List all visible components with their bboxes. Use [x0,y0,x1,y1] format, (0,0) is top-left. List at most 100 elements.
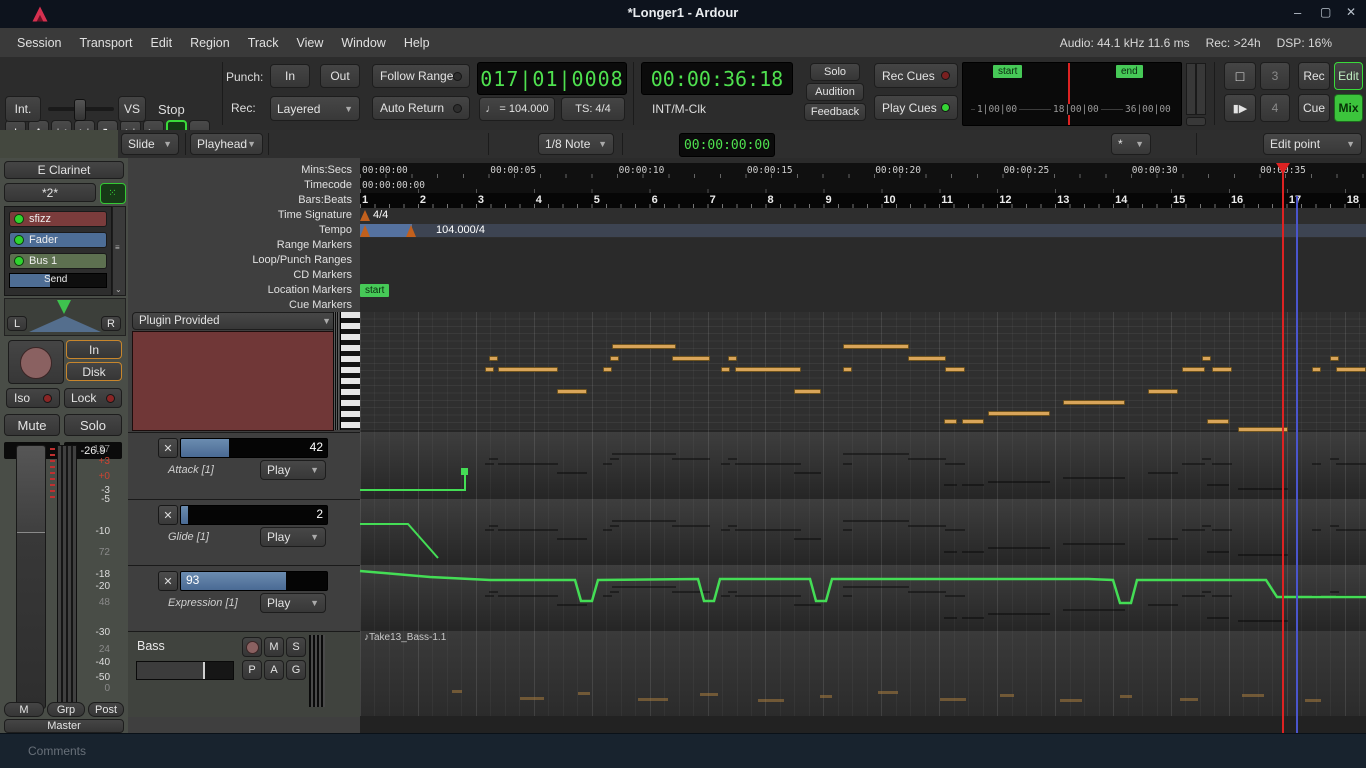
edit-point-mode-dropdown[interactable]: Playhead▼ [190,133,263,155]
midi-note[interactable] [672,356,710,361]
cue-page-button[interactable]: Cue [1298,94,1330,122]
vari-speed-button[interactable]: VS [118,96,146,122]
location-markers-ruler[interactable]: start [360,283,1366,299]
midi-note[interactable] [843,367,852,372]
bass-gain-slider[interactable] [136,661,234,680]
timecode-clock[interactable]: 00:00:36:18 [641,62,793,95]
processor-fader[interactable]: Fader [9,232,107,248]
midi-note[interactable] [1182,367,1205,372]
lane-hide-button[interactable]: ✕ [158,438,178,458]
feedback-indicator-button[interactable]: Feedback [804,103,866,121]
bass-scroomer[interactable] [309,635,325,707]
bass-midi-note[interactable] [1120,695,1132,698]
editor-canvas[interactable]: ♪Take13_Bass-1.1 [360,312,1366,733]
midi-note[interactable] [1238,427,1288,432]
sync-source-button[interactable]: Int. [5,96,41,122]
ruler-label-cd-markers[interactable]: CD Markers [128,268,352,283]
midi-note[interactable] [721,367,730,372]
midi-note[interactable] [1330,356,1339,361]
lane-hide-button[interactable]: ✕ [158,505,178,525]
midi-input-icon[interactable]: ⁙ [100,183,126,204]
mini-timeline[interactable]: start end 1|00|00 18|00|00 36|00|00 [962,62,1182,126]
monitor-input-button[interactable]: In [66,340,122,359]
pan-right-button[interactable]: R [101,316,121,331]
ruler-label-cue-markers[interactable]: Cue Markers [128,298,352,313]
timesig-text[interactable]: 4/4 [373,209,388,221]
processor-box[interactable]: sfizzFaderBus 1 Send [4,206,112,296]
midi-note[interactable] [603,367,612,372]
bass-midi-note[interactable] [1180,698,1198,701]
midi-note[interactable] [945,367,965,372]
bass-group-button[interactable]: G [286,660,306,680]
auto-return-button[interactable]: Auto Return [372,96,470,120]
ruler-area[interactable]: 00:00:00:00 4/4 104.000/4 start 00:00:00… [360,158,1366,313]
midi-note[interactable] [1336,367,1366,372]
processor-active-led[interactable] [14,235,24,245]
bass-mute-button[interactable]: M [264,637,284,657]
ruler-label-loop-punch-ranges[interactable]: Loop/Punch Ranges [128,253,352,268]
piano-keyboard[interactable] [340,312,361,430]
send-slider[interactable]: Send [9,273,107,288]
cd-markers-ruler[interactable] [360,268,1366,284]
menu-window[interactable]: Window [332,36,394,50]
midi-note[interactable] [610,356,619,361]
bass-midi-note[interactable] [700,693,718,696]
ruler-label-mins-secs[interactable]: Mins:Secs [128,163,352,178]
midi-note[interactable] [557,389,587,394]
shuttle-slider[interactable] [48,107,114,111]
bass-midi-note[interactable] [1305,699,1321,702]
cue-markers-ruler[interactable] [360,298,1366,312]
pan-widget[interactable]: L R [4,298,126,336]
midi-note[interactable] [794,389,821,394]
midi-note[interactable] [612,344,676,349]
punch-out-button[interactable]: Out [320,64,360,88]
lane-value-slider[interactable]: 2 [180,505,328,525]
rec-page-button[interactable]: Rec [1298,62,1330,90]
solo-isolate-button[interactable]: Iso [6,388,60,408]
end-marker-tag[interactable]: end [1116,65,1143,78]
rec-cues-button[interactable]: Rec Cues [874,63,958,88]
ruler-label-location-markers[interactable]: Location Markers [128,283,352,298]
fader-track[interactable] [16,445,46,709]
play-cues-button[interactable]: Play Cues [874,95,958,120]
midi-note[interactable] [1202,356,1211,361]
lane-value-slider[interactable]: 42 [180,438,328,458]
bass-midi-note[interactable] [1242,694,1264,697]
processor-active-led[interactable] [14,214,24,224]
maximize-button[interactable]: ▢ [1320,5,1331,19]
tempo-ruler[interactable]: 104.000/4 [360,223,1366,239]
bass-playlist-button[interactable]: P [242,660,262,680]
time-signature-button[interactable]: TS: 4/4 [561,97,625,121]
start-location-marker[interactable]: start [360,284,389,297]
minimize-button[interactable]: – [1294,5,1301,20]
midi-note[interactable] [1212,367,1232,372]
lane-automation-mode-dropdown[interactable]: Play▼ [260,527,326,547]
secondary-clock[interactable]: 00:00:00:00 [679,133,775,157]
midi-note[interactable] [1063,400,1125,405]
processor-sfizz[interactable]: sfizz [9,211,107,227]
bass-midi-note[interactable] [1060,699,1082,702]
midi-note[interactable] [962,419,984,424]
processor-scrollbar[interactable]: ≡ ⌄ [112,206,126,296]
midi-note[interactable] [944,419,957,424]
bass-midi-note[interactable] [820,695,832,698]
edit-mode-dropdown[interactable]: Slide▼ [121,133,179,155]
midi-note[interactable] [843,344,909,349]
bass-midi-note[interactable] [452,690,462,693]
midi-scroomer[interactable] [333,312,339,430]
follow-range-button[interactable]: Follow Range [372,64,470,88]
bass-midi-note[interactable] [638,698,668,701]
mix-page-button[interactable]: Mix [1334,94,1363,122]
grid-4-button[interactable]: 4 [1260,94,1290,122]
audition-indicator-button[interactable]: Audition [806,83,864,101]
pan-left-button[interactable]: L [7,316,27,331]
master-gain-mini[interactable] [1186,117,1206,126]
bars-ruler[interactable] [360,193,1366,209]
bass-midi-note[interactable] [878,691,898,694]
ruler-label-range-markers[interactable]: Range Markers [128,238,352,253]
solo-button[interactable]: Solo [64,414,122,436]
marker-dropdown[interactable]: *▼ [1111,133,1151,155]
menu-session[interactable]: Session [8,36,70,50]
midi-note[interactable] [988,411,1050,416]
mute-button[interactable]: Mute [4,414,60,436]
